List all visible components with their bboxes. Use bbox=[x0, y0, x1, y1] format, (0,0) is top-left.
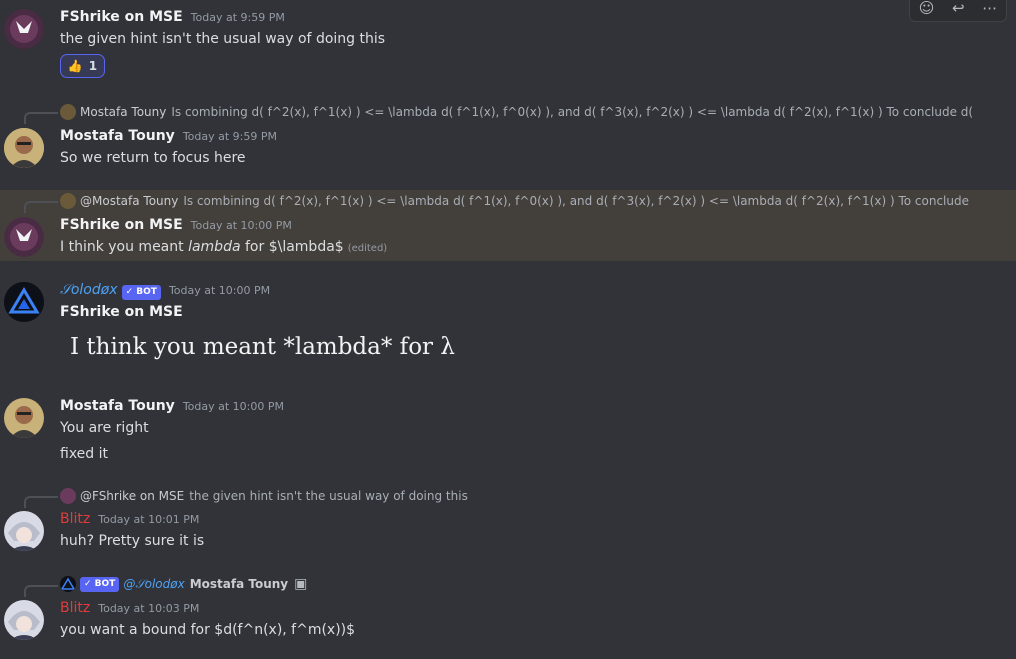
message-header: Mostafa Touny Today at 9:59 PM bbox=[60, 128, 277, 144]
reply-author[interactable]: Mostafa Touny bbox=[80, 105, 166, 119]
reply-author[interactable]: @Mostafa Touny bbox=[80, 194, 178, 208]
timestamp: Today at 10:03 PM bbox=[98, 602, 200, 615]
message-text-part: for $\lambda$ bbox=[240, 239, 344, 255]
reply-avatar bbox=[60, 193, 76, 209]
author-name[interactable]: Mostafa Touny bbox=[60, 128, 175, 144]
reply-preview[interactable]: @Mostafa Touny Is combining d( f^2(x), f… bbox=[60, 193, 972, 209]
reply-text: the given hint isn't the usual way of do… bbox=[189, 489, 468, 503]
reply-text: Mostafa Touny bbox=[189, 577, 289, 591]
thumbs-up-icon: 👍 bbox=[67, 59, 83, 73]
message-header: 𝒮olodøx ✓ BOT Today at 10:00 PM bbox=[60, 282, 270, 300]
reply-preview[interactable]: @FShrike on MSE the given hint isn't the… bbox=[60, 488, 972, 504]
message-text: you want a bound for $d(f^n(x), f^m(x))$ bbox=[60, 622, 356, 638]
reply-text: Is combining d( f^2(x), f^1(x) ) <= \lam… bbox=[171, 105, 972, 119]
reply-preview[interactable]: Mostafa Touny Is combining d( f^2(x), f^… bbox=[60, 104, 972, 120]
author-name[interactable]: Mostafa Touny bbox=[60, 398, 175, 414]
message-header: Blitz Today at 10:01 PM bbox=[60, 511, 199, 527]
message-text: So we return to focus here bbox=[60, 150, 246, 166]
message-header: Mostafa Touny Today at 10:00 PM bbox=[60, 398, 284, 414]
message-header: Blitz Today at 10:03 PM bbox=[60, 600, 199, 616]
message-text: huh? Pretty sure it is bbox=[60, 533, 205, 549]
image-icon: ▣ bbox=[294, 576, 308, 592]
timestamp: Today at 9:59 PM bbox=[182, 130, 277, 143]
reaction-count: 1 bbox=[88, 59, 98, 73]
reply-avatar bbox=[60, 488, 76, 504]
reply-spine bbox=[24, 201, 58, 213]
author-name[interactable]: 𝒮olodøx bbox=[60, 282, 118, 298]
reply-text: Is combining d( f^2(x), f^1(x) ) <= \lam… bbox=[183, 194, 972, 208]
timestamp: Today at 10:01 PM bbox=[98, 513, 200, 526]
message-text-part: I think you meant bbox=[60, 239, 189, 255]
bot-badge: ✓ BOT bbox=[80, 576, 120, 592]
author-name[interactable]: Blitz bbox=[60, 600, 90, 616]
avatar[interactable] bbox=[4, 128, 44, 168]
avatar[interactable] bbox=[4, 9, 44, 49]
reply-avatar bbox=[60, 104, 76, 120]
add-reaction-icon[interactable]: ☺ bbox=[919, 0, 935, 17]
edited-label: (edited) bbox=[347, 243, 388, 254]
avatar[interactable] bbox=[4, 398, 44, 438]
avatar[interactable] bbox=[4, 511, 44, 551]
reaction-thumbs-up[interactable]: 👍 1 bbox=[60, 54, 105, 78]
author-name[interactable]: FShrike on MSE bbox=[60, 217, 183, 233]
rendered-latex-image[interactable]: I think you meant *lambda* for λ bbox=[70, 334, 455, 360]
message-toolbar: ☺ ↩ ⋯ bbox=[909, 0, 1007, 22]
avatar[interactable] bbox=[4, 217, 44, 257]
reply-spine bbox=[24, 585, 58, 597]
more-icon[interactable]: ⋯ bbox=[982, 0, 997, 17]
bot-badge: ✓ BOT bbox=[121, 284, 161, 300]
author-name[interactable]: Blitz bbox=[60, 511, 90, 527]
reply-preview[interactable]: ✓ BOT @𝒮olodøx Mostafa Touny ▣ bbox=[60, 576, 972, 592]
message-header: FShrike on MSE Today at 10:00 PM bbox=[60, 217, 292, 233]
reply-avatar bbox=[60, 576, 76, 592]
message-text-italic: lambda bbox=[188, 239, 241, 255]
message-header: FShrike on MSE Today at 9:59 PM bbox=[60, 9, 285, 25]
reply-spine bbox=[24, 112, 58, 124]
message-text: fixed it bbox=[60, 446, 109, 462]
avatar[interactable] bbox=[4, 282, 44, 322]
timestamp: Today at 10:00 PM bbox=[190, 219, 292, 232]
reply-spine bbox=[24, 496, 58, 508]
author-name[interactable]: FShrike on MSE bbox=[60, 9, 183, 25]
message-text: the given hint isn't the usual way of do… bbox=[60, 31, 386, 47]
reply-author[interactable]: @𝒮olodøx bbox=[123, 577, 184, 592]
reply-author[interactable]: @FShrike on MSE bbox=[80, 489, 184, 503]
timestamp: Today at 10:00 PM bbox=[182, 400, 284, 413]
timestamp: Today at 10:00 PM bbox=[168, 284, 271, 297]
reply-icon[interactable]: ↩ bbox=[952, 0, 965, 17]
message-text: You are right bbox=[60, 420, 149, 436]
avatar[interactable] bbox=[4, 600, 44, 640]
embed-author-line: FShrike on MSE bbox=[60, 304, 183, 320]
timestamp: Today at 9:59 PM bbox=[190, 11, 285, 24]
message-text: I think you meant lambda for $\lambda$ (e… bbox=[60, 239, 387, 255]
